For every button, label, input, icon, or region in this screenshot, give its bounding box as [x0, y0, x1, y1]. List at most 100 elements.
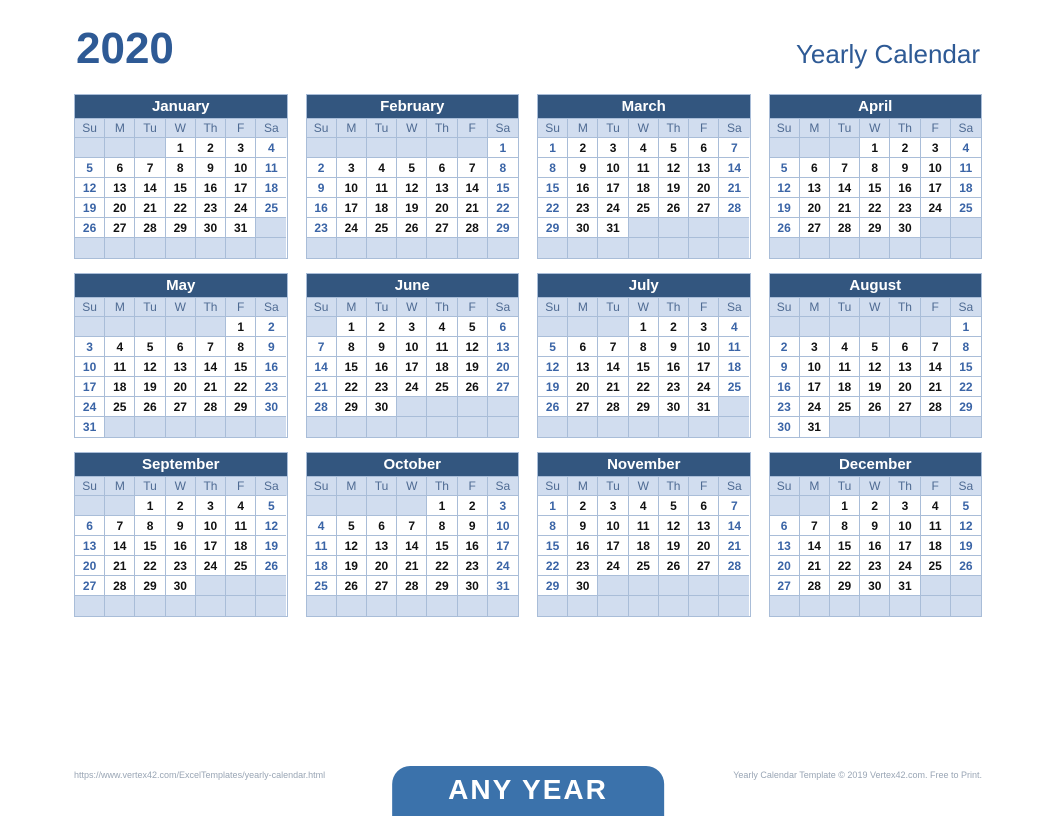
day-cell — [860, 596, 890, 616]
week-row: 21222324252627 — [307, 377, 519, 397]
week-row: 1234 — [770, 138, 982, 158]
dow-label: Th — [196, 119, 226, 138]
day-cell: 1 — [488, 138, 518, 158]
day-cell: 4 — [226, 496, 256, 516]
day-cell — [226, 238, 256, 258]
day-cell: 20 — [568, 377, 598, 397]
any-year-tab[interactable]: ANY YEAR — [392, 766, 664, 816]
day-cell: 7 — [719, 496, 749, 516]
day-cell — [105, 417, 135, 437]
day-cell: 29 — [166, 218, 196, 238]
weeks: 1234567891011121314151617181920212223242… — [538, 496, 750, 616]
week-row: 9101112131415 — [770, 357, 982, 377]
week-row — [770, 596, 982, 616]
day-cell: 19 — [458, 357, 488, 377]
day-cell: 25 — [427, 377, 457, 397]
week-row: 12131415161718 — [770, 178, 982, 198]
day-cell: 2 — [256, 317, 286, 337]
day-cell: 1 — [860, 138, 890, 158]
day-cell: 20 — [166, 377, 196, 397]
day-cell — [860, 417, 890, 437]
day-cell — [337, 596, 367, 616]
day-cell — [921, 596, 951, 616]
day-cell: 16 — [458, 536, 488, 556]
day-cell — [951, 576, 981, 596]
day-cell: 9 — [770, 357, 800, 377]
day-cell: 6 — [427, 158, 457, 178]
day-cell: 7 — [397, 516, 427, 536]
day-cell — [337, 138, 367, 158]
day-cell: 27 — [105, 218, 135, 238]
day-cell: 11 — [226, 516, 256, 536]
day-cell: 2 — [196, 138, 226, 158]
footer-url: https://www.vertex42.com/ExcelTemplates/… — [74, 770, 325, 780]
day-cell: 14 — [105, 536, 135, 556]
day-cell: 30 — [166, 576, 196, 596]
day-cell — [135, 596, 165, 616]
weeks: 1234567891011121314151617181920212223242… — [75, 138, 287, 258]
dow-label: Th — [427, 477, 457, 496]
week-row: 11121314151617 — [307, 536, 519, 556]
dow-label: Tu — [598, 119, 628, 138]
day-cell — [105, 138, 135, 158]
day-cell: 2 — [568, 138, 598, 158]
day-cell: 4 — [921, 496, 951, 516]
day-cell: 6 — [105, 158, 135, 178]
day-cell: 10 — [598, 158, 628, 178]
week-row: 12 — [75, 317, 287, 337]
week-row: 18192021222324 — [307, 556, 519, 576]
day-cell: 21 — [921, 377, 951, 397]
dow-label: F — [226, 119, 256, 138]
week-row: 567891011 — [770, 158, 982, 178]
day-cell: 20 — [770, 556, 800, 576]
day-cell: 15 — [226, 357, 256, 377]
week-row: 1234 — [75, 138, 287, 158]
day-cell — [458, 397, 488, 417]
day-cell: 8 — [488, 158, 518, 178]
day-of-week-row: SuMTuWThFSa — [538, 477, 750, 496]
day-cell: 23 — [568, 556, 598, 576]
day-cell — [135, 317, 165, 337]
day-cell — [568, 238, 598, 258]
day-cell: 18 — [830, 377, 860, 397]
day-cell — [598, 576, 628, 596]
day-cell: 2 — [659, 317, 689, 337]
week-row: 20212223242526 — [75, 556, 287, 576]
day-cell — [951, 218, 981, 238]
day-cell: 24 — [196, 556, 226, 576]
dow-label: F — [458, 477, 488, 496]
dow-label: Su — [75, 477, 105, 496]
day-cell — [75, 496, 105, 516]
day-cell — [598, 417, 628, 437]
dow-label: Su — [307, 298, 337, 317]
day-cell: 1 — [830, 496, 860, 516]
dow-label: M — [800, 477, 830, 496]
week-row: 891011121314 — [538, 158, 750, 178]
day-of-week-row: SuMTuWThFSa — [538, 119, 750, 138]
day-cell: 1 — [427, 496, 457, 516]
dow-label: M — [800, 298, 830, 317]
week-row: 12131415161718 — [75, 178, 287, 198]
week-row: 567891011 — [538, 337, 750, 357]
dow-label: W — [397, 119, 427, 138]
day-cell: 25 — [256, 198, 286, 218]
week-row: 6789101112 — [770, 516, 982, 536]
day-cell: 11 — [629, 516, 659, 536]
day-cell — [830, 596, 860, 616]
day-cell: 30 — [659, 397, 689, 417]
day-cell: 14 — [800, 536, 830, 556]
day-cell: 4 — [719, 317, 749, 337]
day-cell — [659, 576, 689, 596]
day-cell: 29 — [337, 397, 367, 417]
day-cell: 1 — [337, 317, 367, 337]
day-cell: 27 — [890, 397, 920, 417]
day-cell: 9 — [367, 337, 397, 357]
day-cell: 18 — [427, 357, 457, 377]
day-cell: 3 — [689, 317, 719, 337]
day-cell: 20 — [75, 556, 105, 576]
day-cell — [337, 238, 367, 258]
day-cell — [800, 138, 830, 158]
day-cell: 14 — [830, 178, 860, 198]
dow-label: M — [568, 298, 598, 317]
week-row: 2345678 — [770, 337, 982, 357]
